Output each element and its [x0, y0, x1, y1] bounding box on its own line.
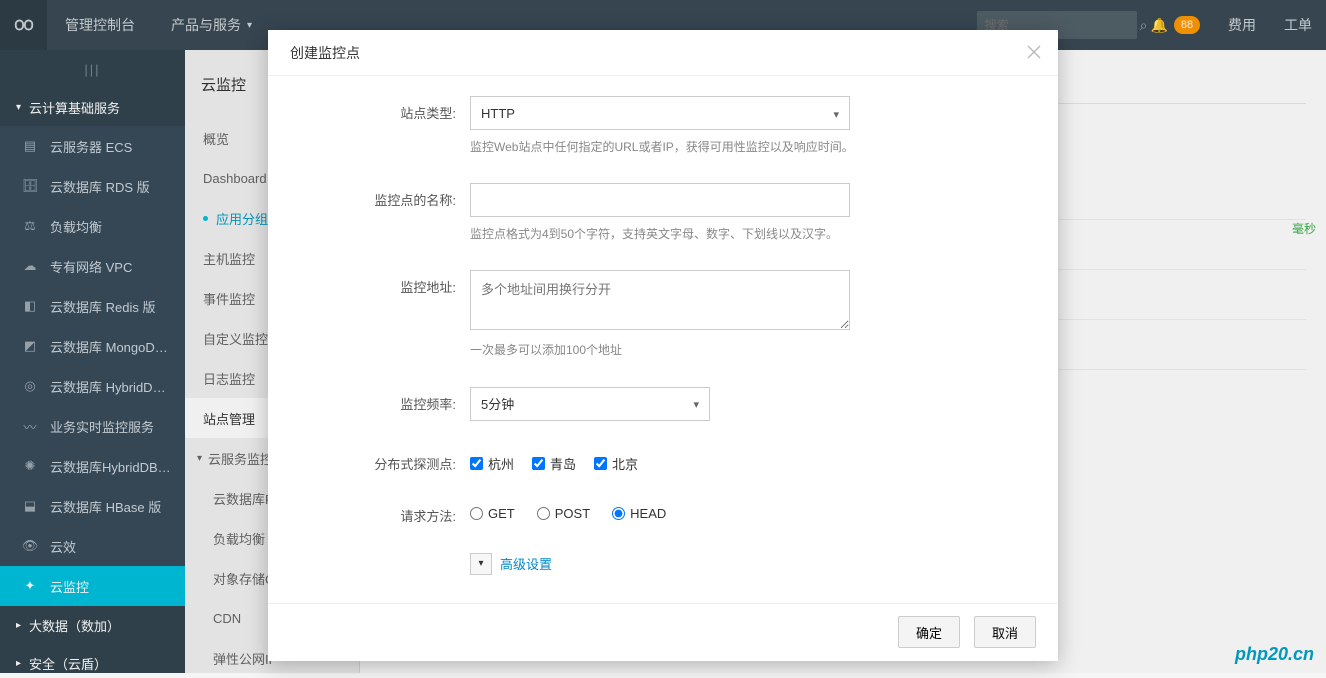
label-probes: 分布式探测点: — [298, 447, 470, 473]
modal-title: 创建监控点 — [268, 30, 1058, 76]
radio-get[interactable] — [470, 507, 483, 520]
checkbox-beijing[interactable] — [594, 457, 607, 470]
close-icon — [1027, 45, 1041, 59]
freq-select[interactable]: 5分钟 — [470, 387, 710, 421]
advanced-toggle[interactable]: ▾ — [470, 553, 492, 575]
hint-addr: 一次最多可以添加100个地址 — [470, 341, 890, 360]
probe-qingdao[interactable]: 青岛 — [532, 454, 576, 473]
probe-hangzhou[interactable]: 杭州 — [470, 454, 514, 473]
modal-overlay: 创建监控点 站点类型: HTTP 监控Web站点中任何指定的URL或者IP，获得… — [0, 0, 1326, 673]
cancel-button[interactable]: 取消 — [974, 616, 1036, 648]
addr-textarea[interactable] — [470, 270, 850, 330]
checkbox-qingdao[interactable] — [532, 457, 545, 470]
type-select[interactable]: HTTP — [470, 96, 850, 130]
chevron-down-icon — [833, 106, 839, 121]
hint-type: 监控Web站点中任何指定的URL或者IP，获得可用性监控以及响应时间。 — [470, 138, 890, 157]
chevron-down-icon — [693, 396, 699, 411]
modal-close-button[interactable] — [1024, 42, 1044, 62]
label-name: 监控点的名称: — [298, 183, 470, 244]
radio-post[interactable] — [537, 507, 550, 520]
create-monitor-modal: 创建监控点 站点类型: HTTP 监控Web站点中任何指定的URL或者IP，获得… — [268, 30, 1058, 661]
method-get[interactable]: GET — [470, 506, 515, 521]
label-method: 请求方法: — [298, 499, 470, 525]
label-freq: 监控频率: — [298, 387, 470, 421]
method-post[interactable]: POST — [537, 506, 590, 521]
advanced-link[interactable]: 高级设置 — [500, 554, 552, 573]
label-addr: 监控地址: — [298, 270, 470, 360]
hint-name: 监控点格式为4到50个字符，支持英文字母、数字、下划线以及汉字。 — [470, 225, 890, 244]
probe-beijing[interactable]: 北京 — [594, 454, 638, 473]
label-type: 站点类型: — [298, 96, 470, 157]
name-input[interactable] — [470, 183, 850, 217]
radio-head[interactable] — [612, 507, 625, 520]
method-head[interactable]: HEAD — [612, 506, 666, 521]
checkbox-hangzhou[interactable] — [470, 457, 483, 470]
ok-button[interactable]: 确定 — [898, 616, 960, 648]
